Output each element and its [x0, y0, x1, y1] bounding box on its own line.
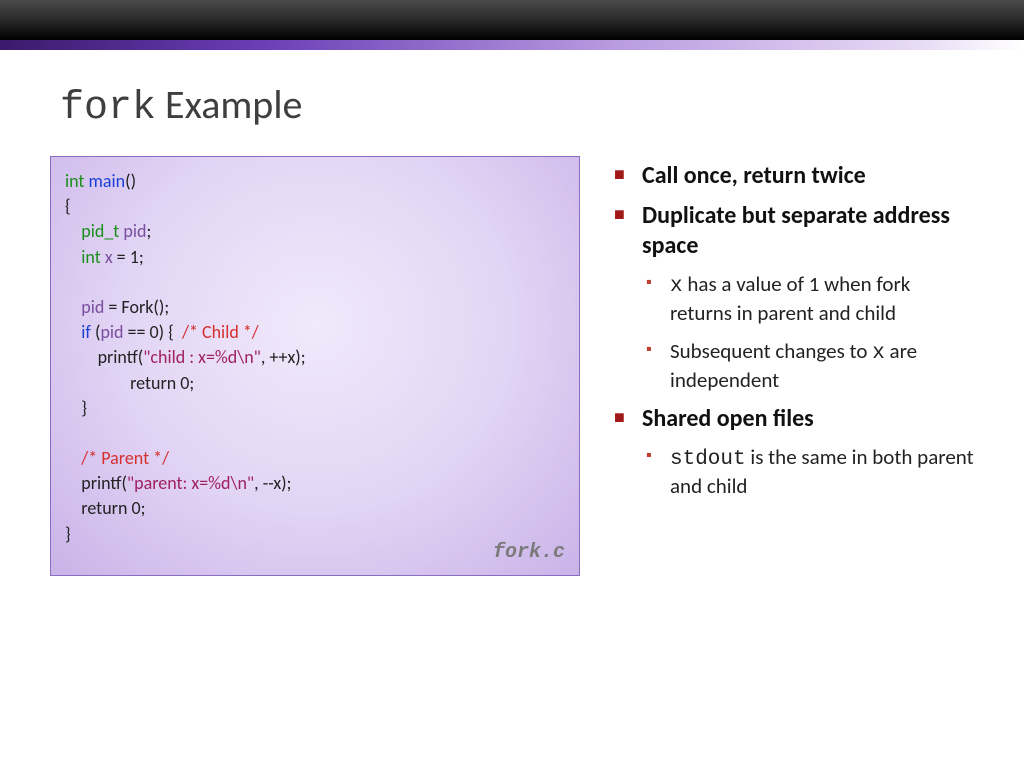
code-line: printf("child : x=%d\n", ++x); [65, 345, 565, 370]
code-listing: int main() { pid_t pid; int x = 1; pid =… [50, 156, 580, 576]
bullet-level-2: Subsequent changes to x are independent [610, 338, 974, 395]
slide-content: fork Example int main() { pid_t pid; int… [0, 50, 1024, 576]
code-line [65, 421, 565, 446]
code-line [65, 270, 565, 295]
code-line: /* Parent */ [65, 446, 565, 471]
bullet-level-1: Call once, return twice [610, 161, 974, 191]
slide-accent-bar [0, 40, 1024, 50]
code-line: } [65, 522, 565, 547]
title-rest-part: Example [156, 80, 302, 129]
slide-top-bar [0, 0, 1024, 40]
code-line: int main() [65, 169, 565, 194]
bullet-level-1: Shared open files [610, 404, 974, 434]
bullet-list: Call once, return twice Duplicate but se… [610, 156, 974, 576]
bullet-level-2: stdout is the same in both parent and ch… [610, 444, 974, 501]
code-line: pid = Fork(); [65, 295, 565, 320]
code-line: return 0; [65, 496, 565, 521]
slide-title: fork Example [60, 80, 974, 131]
code-line: printf("parent: x=%d\n", --x); [65, 471, 565, 496]
code-line: return 0; [65, 371, 565, 396]
two-column-layout: int main() { pid_t pid; int x = 1; pid =… [50, 156, 974, 576]
bullet-level-1: Duplicate but separate address space [610, 201, 974, 261]
code-line: int x = 1; [65, 245, 565, 270]
code-line: if (pid == 0) { /* Child */ [65, 320, 565, 345]
code-filename: fork.c [493, 539, 565, 567]
code-line: } [65, 396, 565, 421]
bullet-level-2: x has a value of 1 when fork returns in … [610, 271, 974, 328]
code-line: pid_t pid; [65, 219, 565, 244]
title-mono-part: fork [60, 86, 156, 131]
code-line: { [65, 194, 565, 219]
